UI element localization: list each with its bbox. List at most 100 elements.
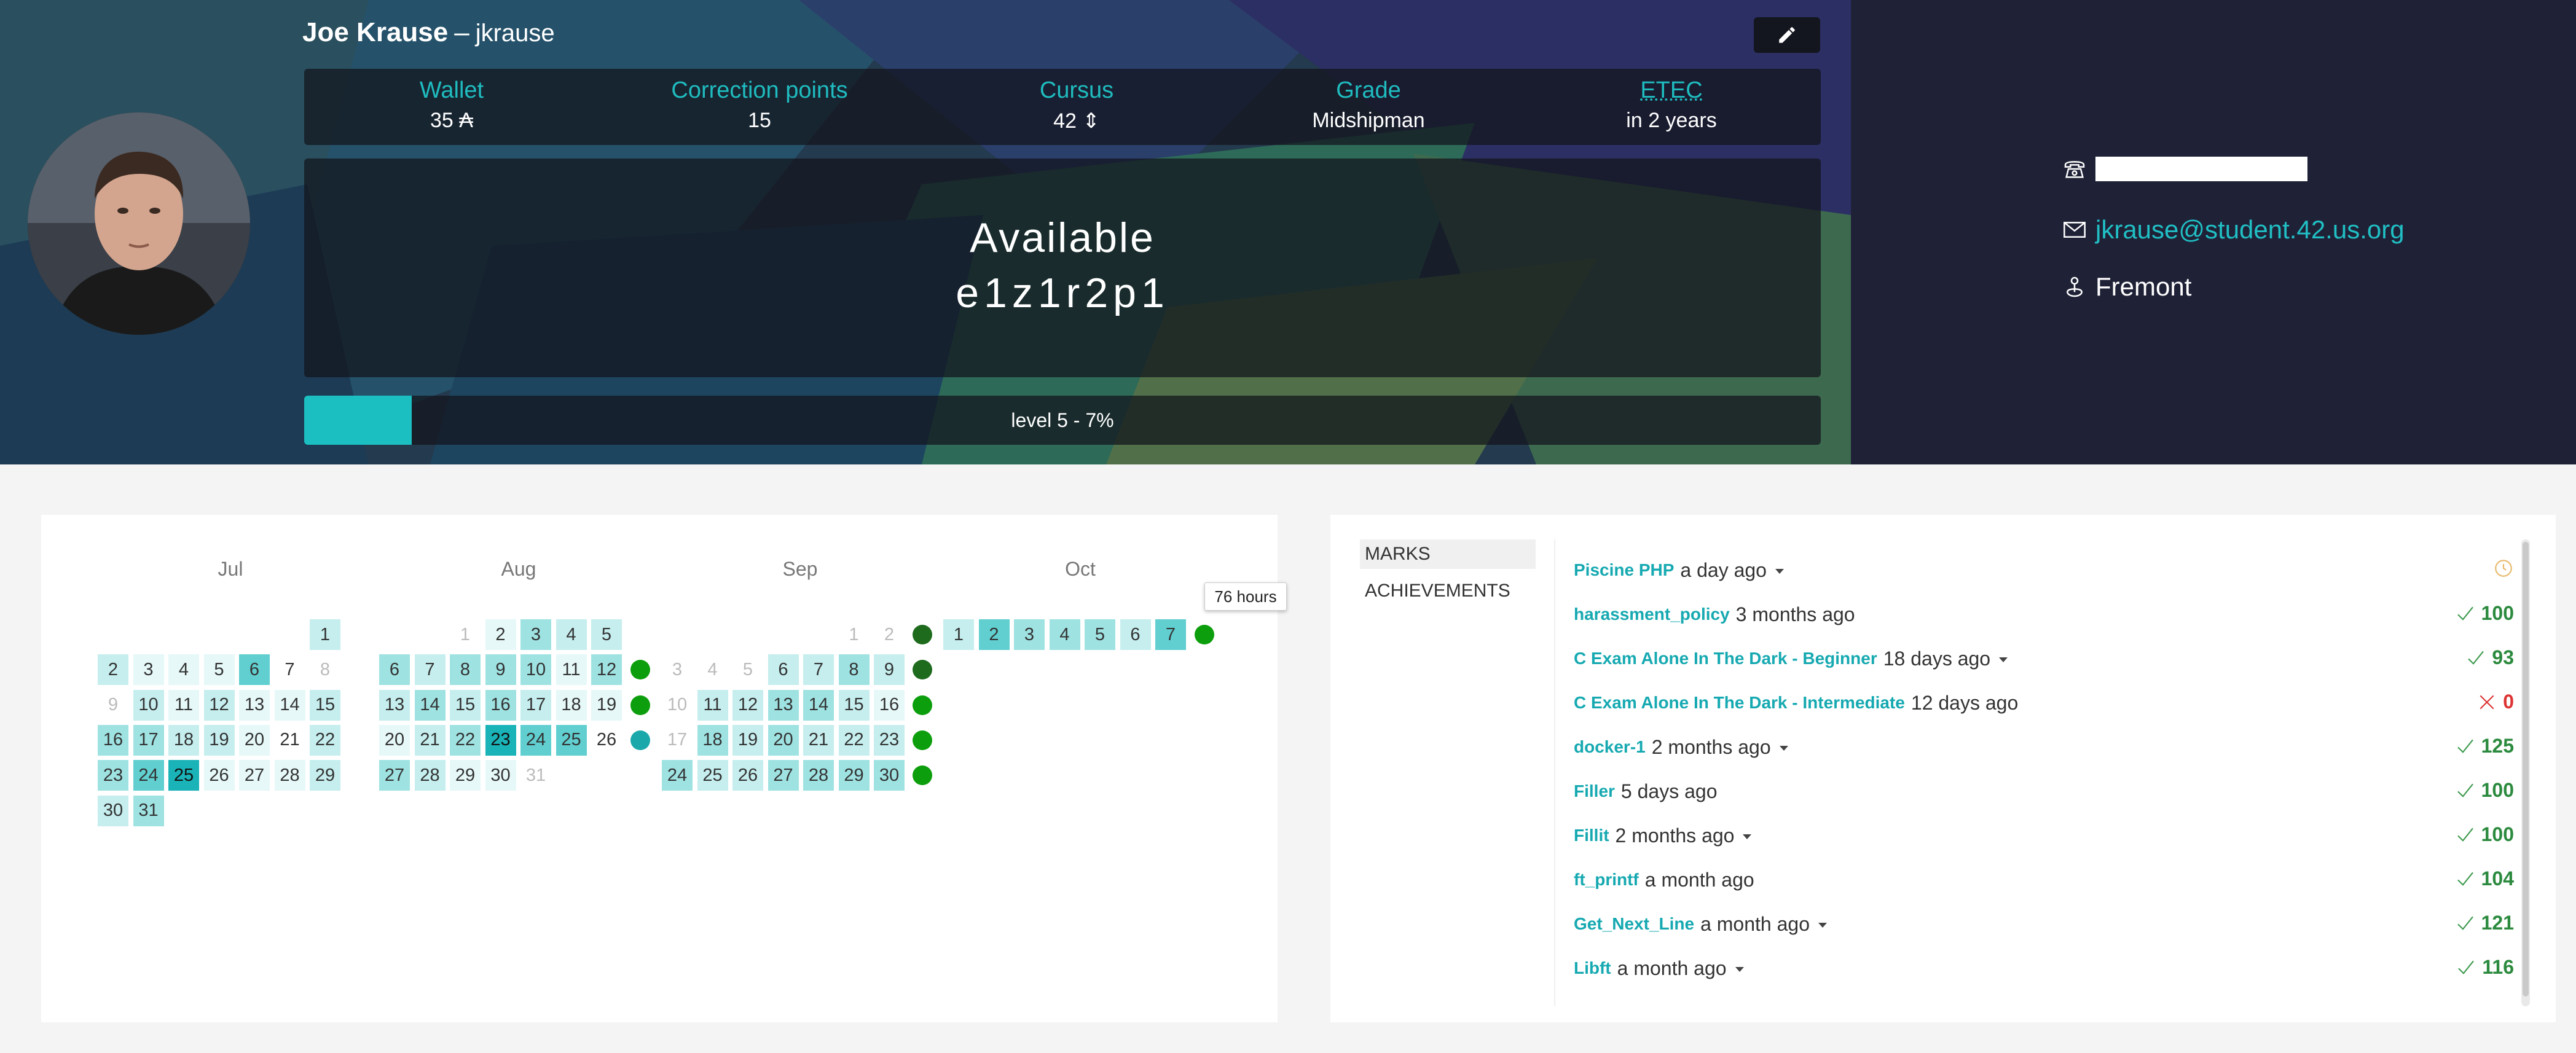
calendar-day[interactable]: 4	[1049, 619, 1080, 650]
calendar-day[interactable]: 7	[803, 654, 834, 686]
calendar-day[interactable]: 8	[310, 654, 340, 686]
calendar-day[interactable]: 27	[768, 760, 799, 791]
user-login[interactable]: jkrause	[476, 20, 555, 47]
week-summary-dot[interactable]	[913, 660, 932, 680]
calendar-day[interactable]: 26	[591, 724, 622, 756]
calendar-day[interactable]: 1	[450, 619, 481, 650]
calendar-day[interactable]: 2	[978, 619, 1010, 650]
calendar-day[interactable]: 17	[662, 724, 693, 756]
calendar-day[interactable]: 29	[450, 760, 481, 791]
calendar-day[interactable]: 9	[98, 689, 128, 721]
calendar-day[interactable]: 5	[1085, 619, 1115, 650]
calendar-day[interactable]: 12	[203, 689, 235, 721]
project-link[interactable]: C Exam Alone In The Dark - Intermediate	[1574, 693, 1905, 713]
calendar-day[interactable]: 18	[697, 724, 728, 756]
calendar-day[interactable]: 17	[520, 689, 551, 721]
calendar-day[interactable]: 23	[874, 724, 905, 756]
calendar-day[interactable]: 26	[732, 760, 763, 791]
calendar-day[interactable]: 19	[591, 689, 622, 721]
calendar-day[interactable]: 14	[803, 689, 834, 721]
calendar-day[interactable]: 5	[732, 654, 763, 686]
calendar-day[interactable]: 12	[732, 689, 763, 721]
calendar-day[interactable]: 25	[697, 760, 728, 791]
calendar-day[interactable]: 22	[838, 724, 870, 756]
week-summary-dot[interactable]	[630, 660, 650, 680]
week-summary-dot[interactable]	[913, 625, 932, 644]
calendar-day[interactable]: 15	[310, 689, 340, 721]
calendar-day[interactable]: 18	[168, 724, 199, 756]
calendar-day[interactable]: 31	[520, 760, 551, 791]
caret-down-icon[interactable]	[1779, 746, 1788, 751]
project-link[interactable]: Get_Next_Line	[1574, 914, 1694, 934]
calendar-day[interactable]: 8	[450, 654, 481, 686]
project-link[interactable]: Fillit	[1574, 826, 1609, 845]
week-summary-dot[interactable]	[630, 730, 650, 750]
calendar-day[interactable]: 30	[485, 760, 516, 791]
calendar-day[interactable]: 22	[310, 724, 340, 756]
calendar-day[interactable]: 28	[274, 760, 305, 791]
avatar[interactable]	[28, 112, 250, 335]
calendar-day[interactable]: 11	[697, 689, 728, 721]
calendar-day[interactable]: 24	[133, 760, 164, 791]
calendar-day[interactable]: 27	[239, 760, 270, 791]
calendar-day[interactable]: 10	[520, 654, 551, 686]
calendar-day[interactable]: 4	[697, 654, 728, 686]
scrollbar-thumb[interactable]	[2523, 542, 2529, 996]
calendar-day[interactable]: 23	[485, 724, 516, 756]
calendar-day[interactable]: 2	[485, 619, 516, 650]
calendar-day[interactable]: 3	[133, 654, 164, 686]
calendar-day[interactable]: 28	[414, 760, 446, 791]
calendar-day[interactable]: 2	[874, 619, 905, 650]
calendar-day[interactable]: 30	[874, 760, 905, 791]
edit-profile-button[interactable]	[1754, 17, 1820, 53]
calendar-day[interactable]: 25	[556, 724, 587, 756]
calendar-day[interactable]: 19	[732, 724, 763, 756]
calendar-day[interactable]: 2	[98, 654, 128, 686]
calendar-day[interactable]: 6	[768, 654, 799, 686]
calendar-day[interactable]: 3	[662, 654, 693, 686]
calendar-day[interactable]: 12	[591, 654, 622, 686]
project-link[interactable]: C Exam Alone In The Dark - Beginner	[1574, 649, 1877, 668]
calendar-day[interactable]: 20	[768, 724, 799, 756]
week-summary-dot[interactable]	[913, 695, 932, 715]
week-summary-dot[interactable]	[913, 730, 932, 750]
marks-scrollbar[interactable]	[2521, 539, 2530, 1006]
calendar-day[interactable]: 24	[662, 760, 693, 791]
calendar-day[interactable]: 5	[203, 654, 235, 686]
calendar-day[interactable]: 17	[133, 724, 164, 756]
calendar-day[interactable]: 25	[168, 760, 199, 791]
calendar-day[interactable]: 7	[414, 654, 446, 686]
calendar-day[interactable]: 1	[310, 619, 340, 650]
caret-down-icon[interactable]	[1818, 923, 1827, 928]
calendar-day[interactable]: 14	[414, 689, 446, 721]
calendar-day[interactable]: 16	[485, 689, 516, 721]
calendar-day[interactable]: 19	[203, 724, 235, 756]
calendar-day[interactable]: 10	[133, 689, 164, 721]
calendar-day[interactable]: 15	[838, 689, 870, 721]
project-link[interactable]: Filler	[1574, 781, 1615, 801]
calendar-day[interactable]: 6	[239, 654, 270, 686]
calendar-day[interactable]: 16	[874, 689, 905, 721]
project-link[interactable]: harassment_policy	[1574, 605, 1730, 624]
calendar-day[interactable]: 23	[98, 760, 128, 791]
caret-down-icon[interactable]	[1999, 657, 2008, 662]
project-link[interactable]: Piscine PHP	[1574, 560, 1674, 580]
week-summary-dot[interactable]	[630, 695, 650, 715]
calendar-day[interactable]: 13	[239, 689, 270, 721]
tab-achievements[interactable]: ACHIEVEMENTS	[1360, 576, 1536, 606]
calendar-day[interactable]: 11	[168, 689, 199, 721]
calendar-day[interactable]: 16	[98, 724, 128, 756]
calendar-day[interactable]: 6	[379, 654, 410, 686]
caret-down-icon[interactable]	[1775, 569, 1784, 574]
contact-email[interactable]: jkrause@student.42.us.org	[2062, 215, 2405, 245]
calendar-day[interactable]: 10	[662, 689, 693, 721]
calendar-day[interactable]: 3	[1014, 619, 1045, 650]
calendar-day[interactable]: 11	[556, 654, 587, 686]
calendar-day[interactable]: 8	[838, 654, 870, 686]
email-link[interactable]: jkrause@student.42.us.org	[2095, 215, 2405, 245]
calendar-day[interactable]: 24	[520, 724, 551, 756]
calendar-day[interactable]: 6	[1120, 619, 1151, 650]
calendar-day[interactable]: 20	[239, 724, 270, 756]
calendar-day[interactable]: 22	[450, 724, 481, 756]
calendar-day[interactable]: 9	[485, 654, 516, 686]
